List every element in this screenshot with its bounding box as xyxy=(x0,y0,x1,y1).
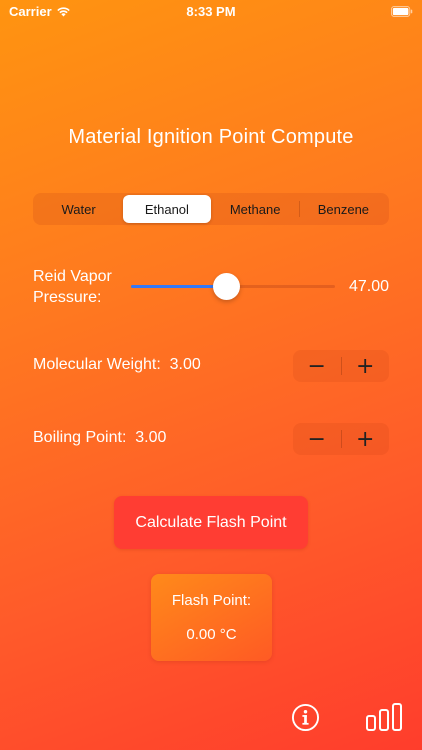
segment-methane[interactable]: Methane xyxy=(212,195,299,223)
slider-thumb[interactable] xyxy=(213,273,241,300)
status-bar: Carrier 8:33 PM xyxy=(0,0,422,24)
boiling-point-value: 3.00 xyxy=(135,429,167,446)
boiling-point-stepper: − + xyxy=(293,423,389,455)
reid-vapor-pressure-label: Reid Vapor Pressure: xyxy=(33,268,112,306)
segment-ethanol[interactable]: Ethanol xyxy=(123,195,211,223)
screen: Carrier 8:33 PM Material Ignition Point … xyxy=(0,0,422,750)
info-icon[interactable] xyxy=(291,703,320,732)
molecular-weight-value: 3.00 xyxy=(169,356,201,373)
boiling-point-increment-button[interactable]: + xyxy=(342,423,390,455)
segment-water[interactable]: Water xyxy=(35,195,122,223)
material-segmented-control: Water Ethanol Methane Benzene xyxy=(33,193,389,225)
molecular-weight-stepper: − + xyxy=(293,350,389,382)
flash-point-value: 0.00 °C xyxy=(186,626,237,643)
molecular-weight-row: Molecular Weight: 3.00 xyxy=(33,356,201,374)
calculate-flash-point-button[interactable]: Calculate Flash Point xyxy=(114,496,308,549)
molecular-weight-increment-button[interactable]: + xyxy=(342,350,390,382)
page-title: Material Ignition Point Compute xyxy=(68,126,354,148)
flash-point-result-card: Flash Point: 0.00 °C xyxy=(151,574,272,661)
molecular-weight-label: Molecular Weight: xyxy=(33,356,161,373)
boiling-point-row: Boiling Point: 3.00 xyxy=(33,429,166,447)
reid-vapor-pressure-value: 47.00 xyxy=(348,278,389,295)
segment-benzene[interactable]: Benzene xyxy=(300,195,387,223)
reid-vapor-pressure-slider[interactable] xyxy=(131,272,335,302)
battery-icon xyxy=(391,6,413,17)
status-time: 8:33 PM xyxy=(186,4,236,19)
boiling-point-label: Boiling Point: xyxy=(33,429,127,446)
molecular-weight-decrement-button[interactable]: − xyxy=(293,350,341,382)
flash-point-label: Flash Point: xyxy=(171,592,252,609)
boiling-point-decrement-button[interactable]: − xyxy=(293,423,341,455)
bar-chart-icon[interactable] xyxy=(366,703,402,731)
